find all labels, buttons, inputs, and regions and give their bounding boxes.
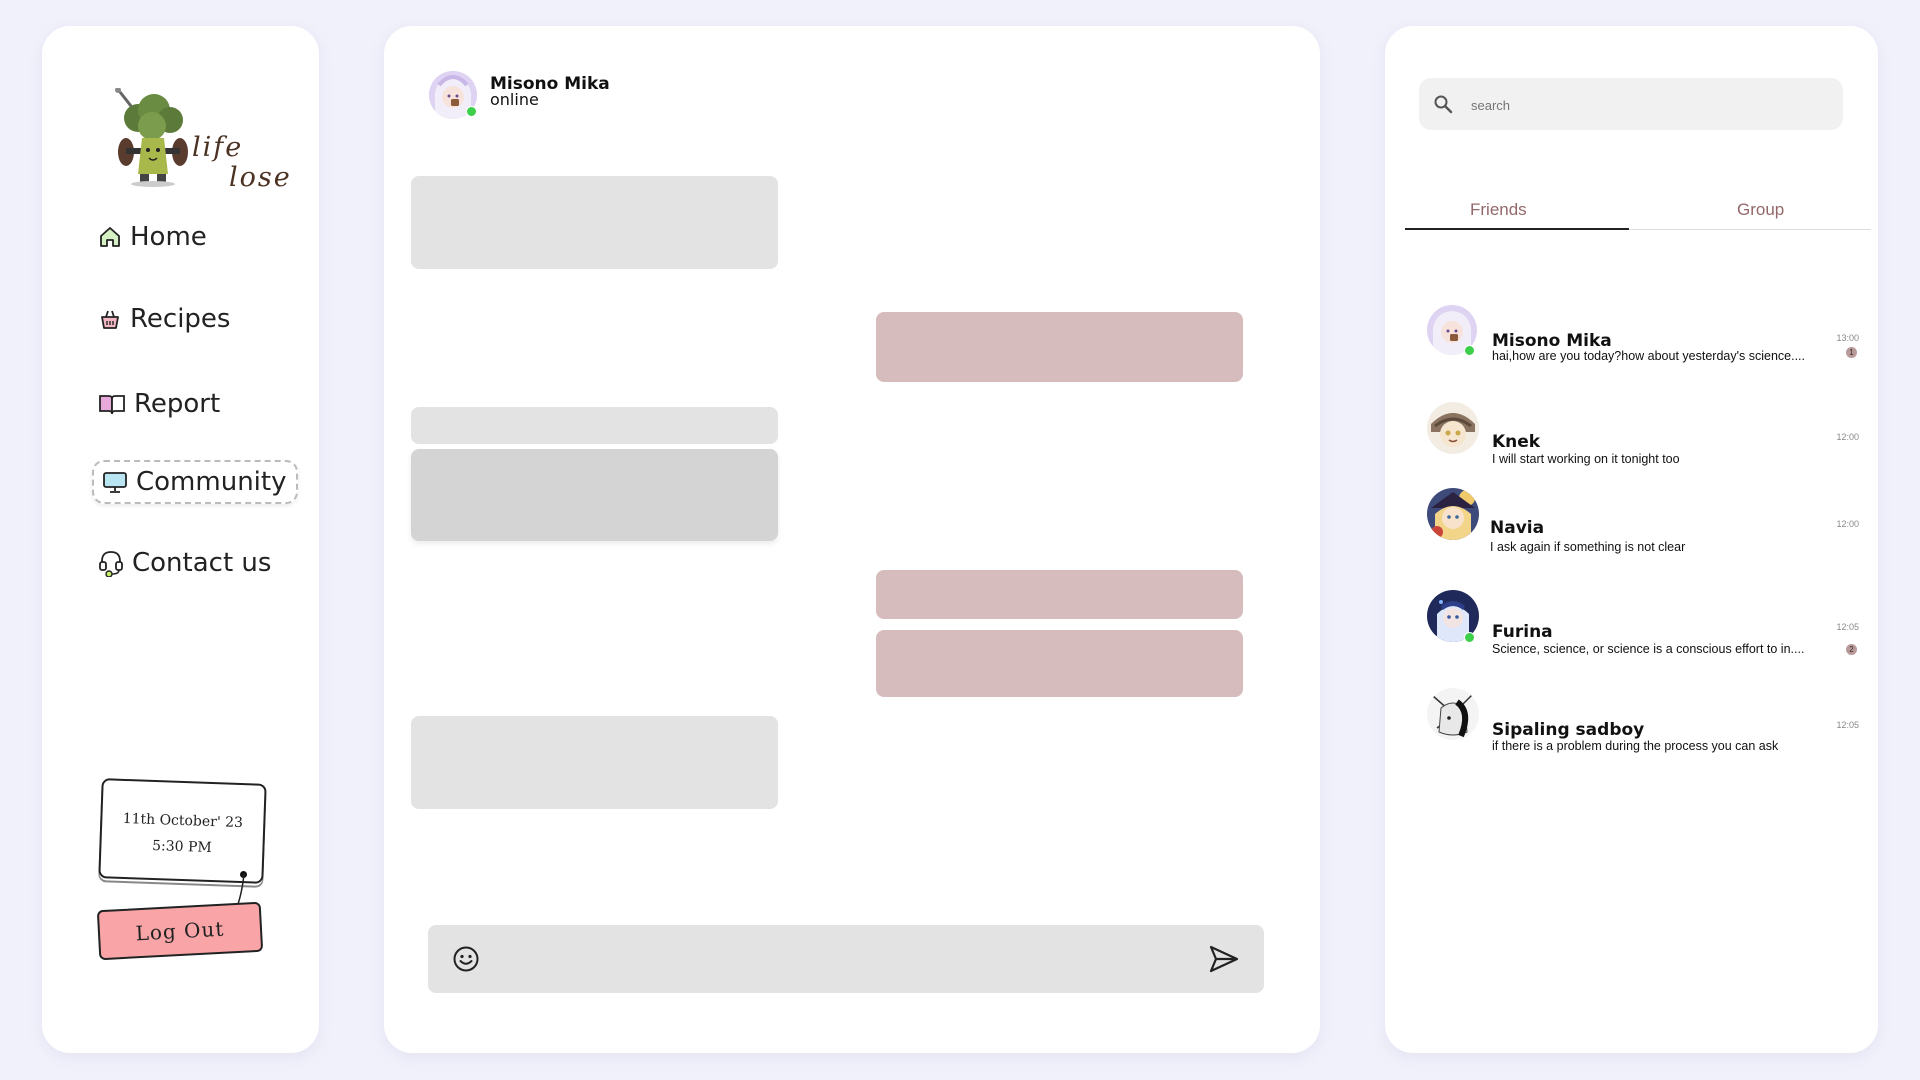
- friend-avatar: [1427, 402, 1479, 454]
- nav-contact-label: Contact us: [132, 548, 272, 578]
- friend-name: Misono Mika: [1492, 331, 1612, 351]
- friend-message-time: 13:00: [1836, 333, 1859, 343]
- basket-icon: [101, 310, 119, 329]
- nav-recipes[interactable]: Recipes: [98, 304, 230, 334]
- friends-panel: Friends Group Misono Mika hai,how are yo…: [1385, 26, 1878, 1053]
- friend-name: Sipaling sadboy: [1492, 720, 1645, 740]
- chat-contact-status: online: [490, 90, 539, 109]
- logo-word-1: life: [192, 132, 244, 163]
- friend-last-message: I will start working on it tonight too: [1492, 452, 1680, 466]
- nav-report-label: Report: [134, 389, 221, 419]
- friend-last-message: I ask again if something is not clear: [1490, 540, 1686, 554]
- current-time: 5:30 PM: [151, 837, 213, 857]
- friend-avatar: [1427, 688, 1479, 740]
- message-bubble-incoming[interactable]: [411, 407, 778, 444]
- friend-message-time: 12:00: [1836, 519, 1859, 529]
- unread-count-badge: 2: [1846, 644, 1857, 655]
- friend-item-knek[interactable]: Knek I will start working on it tonight …: [1419, 402, 1859, 466]
- message-bubble-incoming[interactable]: [411, 449, 778, 541]
- sidebar: life lose Home Recipes Report Community: [42, 26, 319, 1053]
- friend-item-furina[interactable]: Furina Science, science, or science is a…: [1419, 590, 1859, 656]
- headset-icon: [99, 551, 123, 577]
- online-status-dot: [1464, 632, 1475, 643]
- friend-message-time: 12:00: [1836, 432, 1859, 442]
- friend-message-time: 12:05: [1836, 622, 1859, 632]
- friend-last-message: hai,how are you today?how about yesterda…: [1492, 349, 1805, 363]
- online-status-dot: [1464, 345, 1475, 356]
- search-bar: [1419, 78, 1843, 130]
- search-icon[interactable]: [1433, 94, 1453, 114]
- friend-last-message: if there is a problem during the process…: [1492, 739, 1779, 753]
- nav-report[interactable]: Report: [98, 389, 220, 419]
- tab-friends[interactable]: Friends: [1470, 200, 1527, 220]
- message-bubble-outgoing[interactable]: [876, 570, 1243, 619]
- search-input[interactable]: [1469, 92, 1823, 118]
- chat-panel: Misono Mika online: [384, 26, 1320, 1053]
- send-icon[interactable]: [1208, 944, 1240, 974]
- nav-community-label: Community: [136, 467, 287, 497]
- message-composer: [428, 925, 1264, 993]
- current-date: 11th October' 23: [122, 810, 244, 832]
- tab-group[interactable]: Group: [1737, 200, 1784, 220]
- message-input[interactable]: [492, 943, 1176, 977]
- broccoli-mascot-icon: [115, 88, 188, 187]
- message-bubble-incoming[interactable]: [411, 176, 778, 269]
- nav-community[interactable]: Community: [92, 460, 299, 504]
- message-bubble-outgoing[interactable]: [876, 630, 1243, 697]
- logo-word-2: lose: [229, 162, 292, 193]
- friend-item-sipaling-sadboy[interactable]: Sipaling sadboy if there is a problem du…: [1419, 688, 1859, 753]
- avatar-image: [1427, 402, 1479, 454]
- unread-count-badge: 1: [1846, 347, 1857, 358]
- nav-home[interactable]: Home: [98, 222, 207, 252]
- book-icon: [99, 395, 125, 415]
- emoji-icon[interactable]: [452, 945, 480, 973]
- online-status-dot: [466, 106, 477, 117]
- nav-contact[interactable]: Contact us: [98, 548, 271, 578]
- avatar-image: [1427, 688, 1479, 740]
- friend-name: Furina: [1492, 622, 1553, 642]
- message-bubble-incoming[interactable]: [411, 716, 778, 809]
- nav-home-label: Home: [130, 222, 207, 252]
- monitor-icon: [103, 472, 127, 493]
- date-time-card: 11th October' 23 5:30 PM: [98, 778, 267, 884]
- nav-recipes-label: Recipes: [130, 304, 231, 334]
- friend-last-message: Science, science, or science is a consci…: [1492, 642, 1805, 656]
- avatar-image: [1427, 488, 1479, 540]
- friend-avatar: [1427, 488, 1479, 540]
- friend-item-misono-mika[interactable]: Misono Mika hai,how are you today?how ab…: [1419, 305, 1859, 365]
- friend-name: Knek: [1492, 432, 1541, 452]
- message-bubble-outgoing[interactable]: [876, 312, 1243, 382]
- friend-message-time: 12:05: [1836, 720, 1859, 730]
- home-icon: [100, 227, 120, 247]
- active-tab-indicator: [1405, 228, 1629, 230]
- friend-name: Navia: [1490, 518, 1545, 538]
- logout-button[interactable]: Log Out: [96, 901, 264, 961]
- friend-item-navia[interactable]: Navia I ask again if something is not cl…: [1419, 488, 1859, 554]
- app-logo[interactable]: life lose: [108, 88, 338, 208]
